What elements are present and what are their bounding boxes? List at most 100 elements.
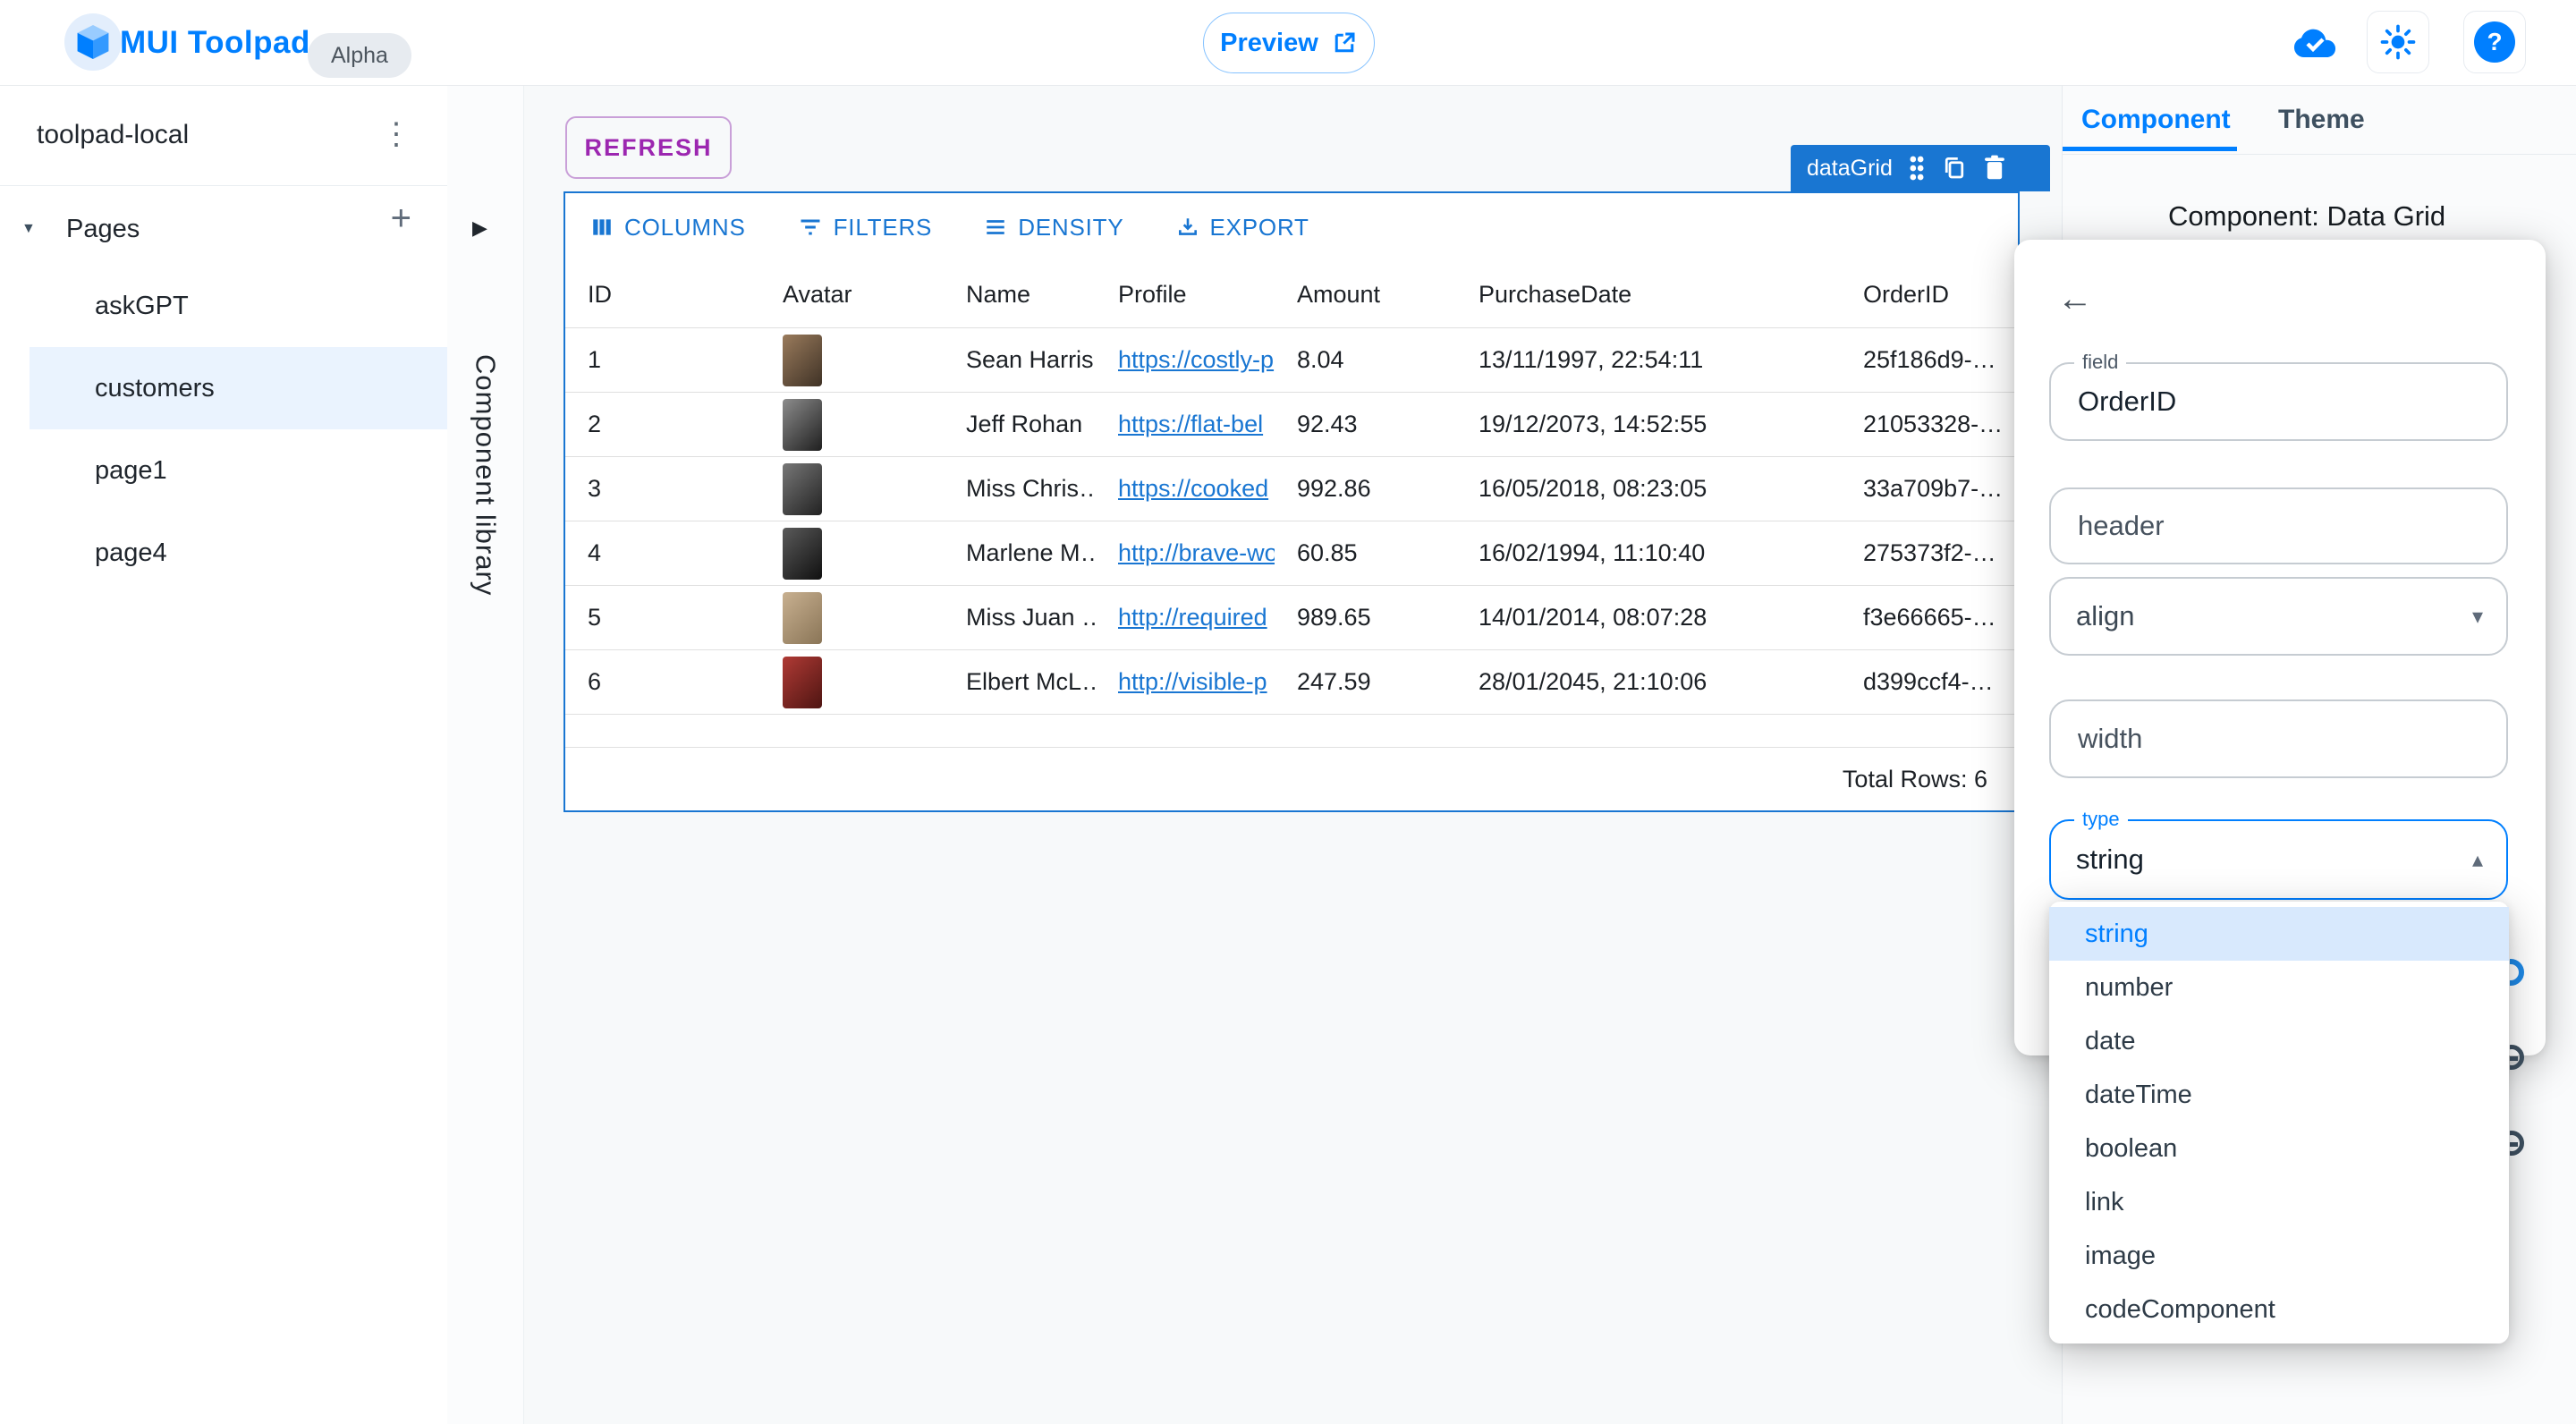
bind-link-icon[interactable] bbox=[2510, 1131, 2526, 1157]
preview-button-label: Preview bbox=[1220, 28, 1318, 57]
header-input-wrapper bbox=[2049, 487, 2508, 564]
tree-expand-icon[interactable]: ▼ bbox=[21, 221, 36, 237]
type-select[interactable]: type string ▴ bbox=[2049, 808, 2508, 900]
cell-purchase-date: 14/01/2014, 08:07:28 bbox=[1479, 604, 1707, 631]
width-input[interactable] bbox=[2076, 722, 2481, 756]
sidebar-page-item[interactable]: page4 bbox=[0, 512, 447, 594]
profile-link[interactable]: http://visible-p bbox=[1118, 668, 1267, 695]
cell-purchase-date: 13/11/1997, 22:54:11 bbox=[1479, 346, 1704, 373]
column-header[interactable]: OrderID bbox=[1854, 281, 2018, 309]
profile-link[interactable]: https://costly-p bbox=[1118, 346, 1274, 373]
duplicate-component-icon[interactable] bbox=[1941, 155, 1968, 182]
toolpad-logo-icon bbox=[77, 25, 109, 59]
avatar bbox=[783, 398, 822, 451]
cell-order-id: 25f186d9-… bbox=[1863, 346, 1996, 373]
type-menu-item[interactable]: date bbox=[2049, 1014, 2509, 1068]
cell-amount: 989.65 bbox=[1297, 604, 1371, 631]
help-button[interactable]: ? bbox=[2463, 11, 2526, 73]
cell-profile: https://cooked bbox=[1096, 475, 1275, 503]
profile-link[interactable]: https://flat-bel bbox=[1118, 411, 1263, 437]
cell-profile: https://costly-p bbox=[1096, 346, 1275, 374]
table-row[interactable]: 3 Miss Chris… https://cooked 992.86 16/0… bbox=[565, 457, 2018, 521]
table-row[interactable]: 5 Miss Juan … http://required 989.65 14/… bbox=[565, 586, 2018, 650]
cloud-sync-icon[interactable] bbox=[2292, 20, 2338, 66]
filters-icon bbox=[801, 219, 820, 235]
table-row[interactable]: 4 Marlene M… http://brave-wo 60.85 16/02… bbox=[565, 521, 2018, 586]
type-menu-item[interactable]: boolean bbox=[2049, 1122, 2509, 1175]
project-name: toolpad-local bbox=[37, 120, 190, 149]
column-header[interactable]: PurchaseDate bbox=[1456, 281, 1854, 309]
project-menu-kebab-icon[interactable]: ⋮ bbox=[381, 116, 411, 152]
cell-order-id: 33a709b7-… bbox=[1863, 475, 2004, 502]
column-header[interactable]: Name bbox=[944, 281, 1096, 309]
type-menu-item[interactable]: string bbox=[2049, 907, 2509, 961]
delete-component-icon[interactable] bbox=[1982, 155, 2007, 182]
type-menu-item[interactable]: number bbox=[2049, 961, 2509, 1014]
cell-avatar bbox=[760, 527, 944, 580]
cell-id: 5 bbox=[588, 604, 602, 631]
cell-amount: 60.85 bbox=[1297, 539, 1358, 566]
table-row[interactable]: 1 Sean Harris https://costly-p 8.04 13/1… bbox=[565, 328, 2018, 393]
cell-id: 4 bbox=[588, 539, 602, 566]
refresh-button[interactable]: REFRESH bbox=[565, 116, 732, 179]
export-button-label: EXPORT bbox=[1209, 213, 1309, 241]
cell-name: Sean Harris bbox=[966, 346, 1094, 373]
add-page-button[interactable]: + bbox=[391, 199, 411, 239]
avatar bbox=[783, 591, 822, 644]
cell-amount: 92.43 bbox=[1297, 411, 1358, 437]
profile-link[interactable]: https://cooked bbox=[1118, 475, 1268, 502]
pages-section-header[interactable]: ▼ Pages + bbox=[0, 199, 447, 256]
density-button[interactable]: DENSITY bbox=[979, 213, 1129, 242]
export-button[interactable]: EXPORT bbox=[1171, 213, 1315, 242]
columns-button[interactable]: COLUMNS bbox=[585, 213, 751, 242]
datagrid-selection-chip[interactable]: dataGrid bbox=[1791, 145, 2050, 191]
bind-link-icon[interactable] bbox=[2510, 1045, 2526, 1072]
expand-library-chevron-icon[interactable]: ▶ bbox=[472, 216, 487, 240]
cell-avatar bbox=[760, 398, 944, 451]
datagrid-component[interactable]: COLUMNS FILTERS DENSITY EXPORT ID Avatar… bbox=[564, 191, 2020, 812]
cell-id: 3 bbox=[588, 475, 602, 502]
sidebar-page-item[interactable]: page1 bbox=[0, 429, 447, 512]
cell-avatar bbox=[760, 334, 944, 386]
type-menu-item[interactable]: image bbox=[2049, 1229, 2509, 1283]
page-canvas: REFRESH dataGrid COLUMNS FILTERS DENSITY… bbox=[524, 86, 2062, 1424]
type-menu-item[interactable]: codeComponent bbox=[2049, 1283, 2509, 1336]
table-row[interactable]: 2 Jeff Rohan https://flat-bel 92.43 19/1… bbox=[565, 393, 2018, 457]
type-menu-item[interactable]: dateTime bbox=[2049, 1068, 2509, 1122]
tab-theme[interactable]: Theme bbox=[2278, 86, 2365, 154]
pages-list: askGPT customers page1 page4 bbox=[0, 265, 447, 594]
column-header[interactable]: Avatar bbox=[760, 281, 944, 309]
selection-chip-label: dataGrid bbox=[1807, 155, 1893, 181]
drag-handle-icon[interactable] bbox=[1907, 155, 1927, 182]
inspector-tabs: Component Theme bbox=[2063, 86, 2576, 155]
avatar bbox=[783, 462, 822, 515]
alpha-badge: Alpha bbox=[308, 33, 411, 78]
back-arrow-icon[interactable]: ← bbox=[2057, 281, 2093, 317]
sidebar-page-item[interactable]: askGPT bbox=[0, 265, 447, 347]
type-dropdown-menu: string number date dateTime boolean link image… bbox=[2049, 902, 2509, 1343]
profile-link[interactable]: http://brave-wo bbox=[1118, 539, 1275, 566]
type-menu-item[interactable]: link bbox=[2049, 1175, 2509, 1229]
cell-purchase-date: 28/01/2045, 21:10:06 bbox=[1479, 668, 1707, 695]
cell-avatar bbox=[760, 591, 944, 644]
field-input[interactable] bbox=[2076, 385, 2481, 419]
cell-order-id: d399ccf4-… bbox=[1863, 668, 1994, 695]
column-header[interactable]: Profile bbox=[1096, 281, 1275, 309]
profile-link[interactable]: http://required bbox=[1118, 604, 1267, 631]
toolpad-logo bbox=[64, 13, 122, 71]
align-select[interactable]: align ▾ bbox=[2049, 577, 2508, 656]
table-row[interactable]: 6 Elbert McL… http://visible-p 247.59 28… bbox=[565, 650, 2018, 715]
cell-order-id: f3e66665-… bbox=[1863, 604, 1996, 631]
header-input[interactable] bbox=[2076, 509, 2481, 543]
bind-property-icon[interactable] bbox=[2510, 959, 2526, 986]
column-header[interactable]: ID bbox=[565, 281, 760, 309]
theme-brightness-button[interactable] bbox=[2367, 11, 2429, 73]
filters-button[interactable]: FILTERS bbox=[792, 213, 938, 242]
column-header[interactable]: Amount bbox=[1275, 281, 1456, 309]
cell-profile: https://flat-bel bbox=[1096, 411, 1275, 438]
sidebar-page-item[interactable]: customers bbox=[30, 347, 447, 429]
component-library-label: Component library bbox=[470, 354, 502, 597]
preview-button[interactable]: Preview bbox=[1203, 13, 1375, 73]
tab-component[interactable]: Component bbox=[2081, 86, 2231, 154]
cell-purchase-date: 19/12/2073, 14:52:55 bbox=[1479, 411, 1707, 437]
